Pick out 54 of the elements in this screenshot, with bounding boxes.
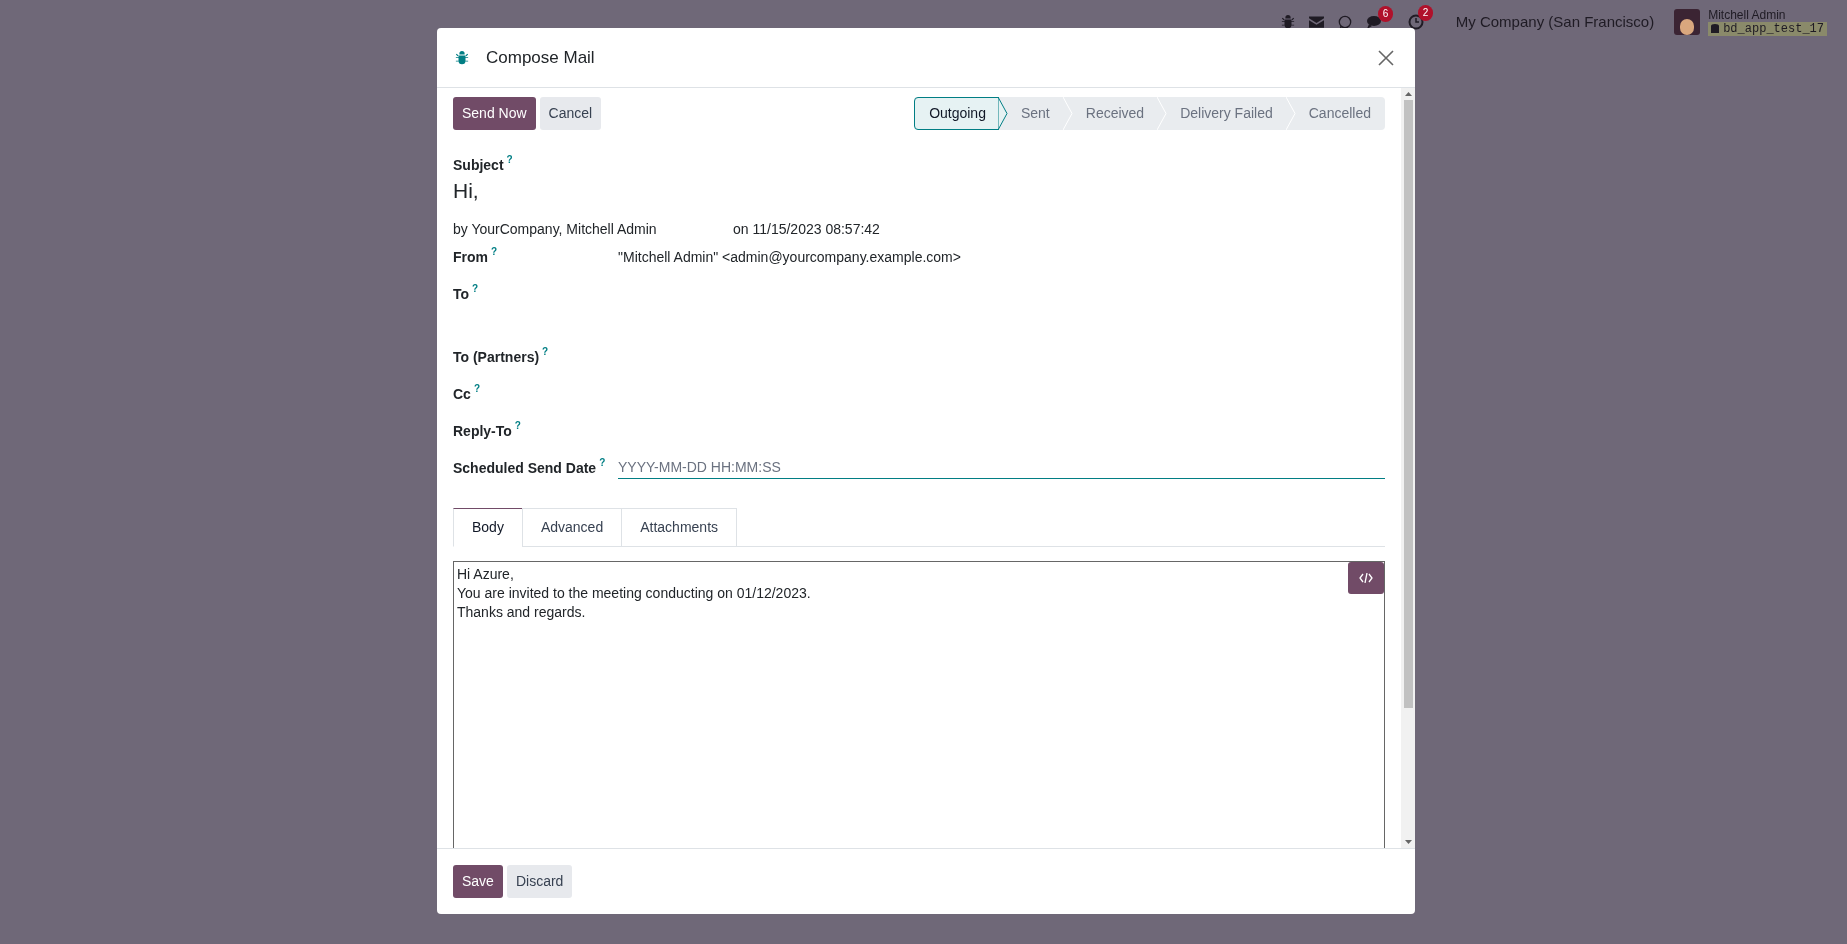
field-value: "Mitchell Admin" <admin@yourcompany.example.com>: [618, 248, 961, 267]
close-icon: [1378, 49, 1394, 66]
whatsapp-icon[interactable]: [1337, 15, 1352, 29]
field-label: Subject: [453, 156, 504, 175]
help-tooltip[interactable]: ?: [542, 344, 549, 359]
tab[interactable]: Advanced: [521, 508, 623, 547]
primary-button[interactable]: Send Now: [453, 97, 536, 130]
database-name: bd_app_test_17: [1723, 22, 1824, 36]
envelope-icon[interactable]: [1308, 16, 1324, 28]
status-stage[interactable]: Delivery Failed: [1158, 97, 1287, 130]
activity-count-badge: 2: [1417, 5, 1434, 21]
help-tooltip[interactable]: ?: [473, 381, 480, 396]
author-line: by YourCompany, Mitchell Admin: [453, 220, 658, 239]
scroll-down-arrow-icon[interactable]: [1404, 840, 1412, 844]
code-icon: [1359, 573, 1373, 583]
help-tooltip[interactable]: ?: [472, 281, 479, 296]
chat-icon[interactable]: [1365, 14, 1384, 30]
sent-date: on 11/15/2023 08:57:42: [733, 220, 880, 239]
body-text-line: Thanks and regards.: [457, 603, 586, 622]
body-editor[interactable]: Hi Azure, You are invited to the meeting conducting on 01/12/2023. Thanks and regards.: [453, 561, 1385, 848]
field-label: To (Partners): [453, 348, 540, 367]
field-label: Scheduled Send Date: [453, 459, 597, 478]
date-input[interactable]: YYYY-MM-DD HH:MM:SS: [618, 455, 1385, 479]
status-stage[interactable]: Sent: [998, 97, 1064, 130]
chat-count-badge: 6: [1377, 5, 1394, 22]
code-view-button[interactable]: [1348, 562, 1384, 594]
secondary-button[interactable]: Cancel: [539, 97, 602, 130]
scrollbar[interactable]: [1401, 88, 1415, 848]
avatar-icon[interactable]: [1674, 9, 1701, 35]
field-label: Cc: [453, 385, 471, 404]
help-tooltip[interactable]: ?: [491, 244, 498, 259]
body-text-line: You are invited to the meeting conducting on 01/12/2023.: [457, 584, 811, 603]
scroll-up-arrow-icon[interactable]: [1404, 92, 1412, 96]
bug-icon[interactable]: [1280, 15, 1295, 29]
help-tooltip[interactable]: ?: [599, 455, 606, 470]
tab[interactable]: Attachments: [621, 508, 738, 547]
company-switcher[interactable]: My Company (San Francisco): [1455, 10, 1655, 34]
bug-icon: [455, 50, 469, 65]
database-icon: [1711, 24, 1720, 34]
subject-value: Hi,: [453, 178, 480, 204]
primary-button[interactable]: Save: [453, 865, 503, 898]
help-tooltip[interactable]: ?: [514, 418, 521, 433]
status-stage[interactable]: Cancelled: [1286, 97, 1385, 130]
body-text-line: Hi Azure,: [457, 565, 514, 584]
help-tooltip[interactable]: ?: [506, 152, 513, 167]
secondary-button[interactable]: Discard: [506, 865, 573, 898]
user-name[interactable]: Mitchell Admin: [1708, 8, 1827, 22]
status-stage[interactable]: Received: [1063, 97, 1159, 130]
field-label: From: [453, 248, 488, 267]
field-label: To: [453, 285, 470, 304]
dialog-title: Compose Mail: [486, 46, 595, 69]
clock-icon[interactable]: [1407, 14, 1424, 30]
tab[interactable]: Body: [453, 508, 523, 547]
field-label: Reply-To: [453, 422, 512, 441]
